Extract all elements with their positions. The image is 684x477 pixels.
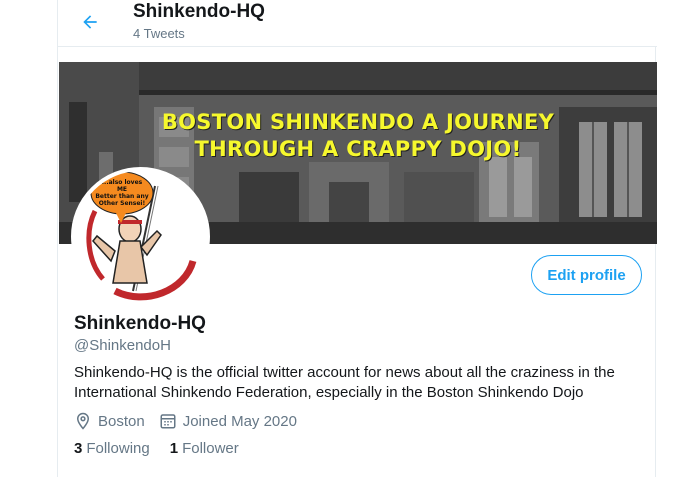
bubble-line-2: ME — [117, 186, 127, 193]
profile-name: Shinkendo-HQ — [74, 313, 206, 334]
followers-link[interactable]: 1 Follower — [170, 440, 239, 457]
following-link[interactable]: 3 Following — [74, 440, 150, 457]
header-title: Shinkendo-HQ — [133, 1, 265, 22]
calendar-icon — [159, 412, 177, 430]
avatar-illustration: ...also loves ME Better than any Other S… — [75, 171, 206, 302]
joined-item: Joined May 2020 — [159, 412, 297, 430]
banner-line-2: THROUGH A CRAPPY DOJO! — [194, 137, 522, 161]
bio-line-1: Shinkendo-HQ is the official twitter acc… — [74, 364, 615, 381]
followers-count: 1 — [169, 440, 179, 457]
avatar[interactable]: ...also loves ME Better than any Other S… — [71, 167, 210, 306]
location-text: Boston — [98, 412, 145, 430]
joined-text: Joined May 2020 — [182, 412, 297, 430]
profile-header: Shinkendo-HQ 4 Tweets — [58, 0, 657, 47]
followers-label: Follower — [182, 440, 239, 457]
bio-line-2: International Shinkendo Federation, espe… — [74, 384, 584, 401]
edit-profile-button[interactable]: Edit profile — [531, 255, 642, 295]
arrow-left-icon — [80, 12, 100, 37]
banner-caption: BOSTON SHINKENDO A JOURNEY THROUGH A CRA… — [59, 109, 657, 163]
following-label: Following — [86, 440, 150, 457]
bubble-line-3: Better than any — [95, 193, 148, 200]
bubble-line-1: ...also loves — [102, 179, 143, 186]
profile-handle: @ShinkendoH — [74, 337, 171, 354]
profile-meta: Boston Joined May 2020 — [74, 410, 311, 432]
bubble-line-4: Other Sensei! — [99, 200, 145, 207]
location-item: Boston — [74, 412, 145, 430]
profile-column: Shinkendo-HQ 4 Tweets BOSTON SHINKENDO A… — [57, 0, 657, 477]
profile-bio: Shinkendo-HQ is the official twitter acc… — [74, 363, 644, 403]
tweet-count: 4 Tweets — [133, 26, 185, 41]
following-count: 3 — [74, 440, 83, 457]
follow-stats: 3 Following 1 Follower — [74, 440, 259, 457]
banner-line-1: BOSTON SHINKENDO A JOURNEY — [161, 110, 555, 134]
location-pin-icon — [74, 412, 92, 430]
back-button[interactable] — [72, 6, 108, 42]
